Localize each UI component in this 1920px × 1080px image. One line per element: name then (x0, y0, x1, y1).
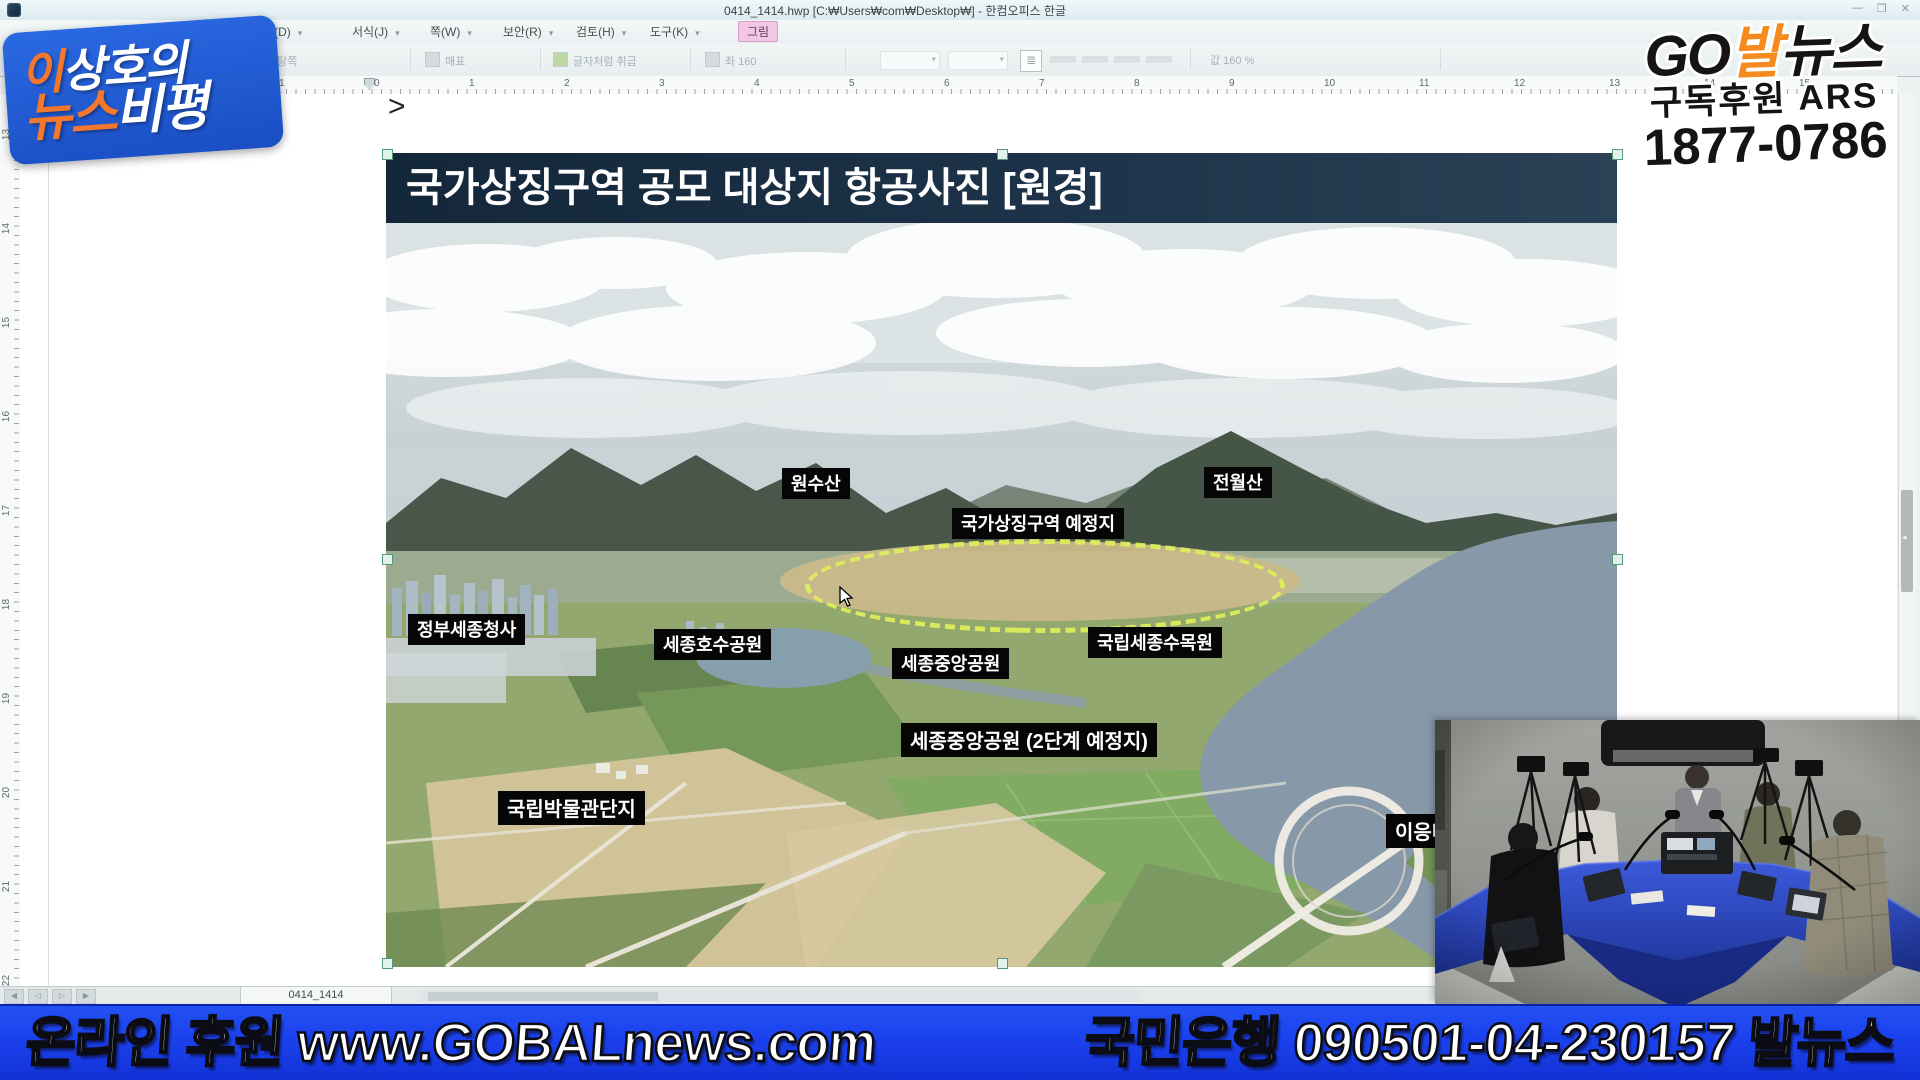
toolbar-combo-1[interactable] (880, 51, 940, 70)
title-bar: 0414_1414.hwp [C:₩Users₩com₩Desktop₩] - … (0, 0, 1920, 21)
menu-item-3[interactable]: 쪽(W)▾ (430, 23, 472, 40)
v-ruler-number: 17 (1, 505, 12, 516)
photo-label: 정부세종청사 (408, 614, 525, 645)
selection-handle-tm[interactable] (997, 149, 1008, 160)
maximize-button[interactable]: ❐ (1877, 2, 1887, 15)
h-ruler-number: 12 (1514, 78, 1525, 89)
toolbar-combo-2[interactable] (948, 51, 1008, 70)
tab-nav-last[interactable]: ▶ (76, 989, 96, 1004)
selection-handle-mr[interactable] (1612, 554, 1623, 565)
v-ruler-number: 15 (1, 317, 12, 328)
toolbar-align-button[interactable]: ≣ (1020, 50, 1042, 72)
h-ruler-number: 8 (1134, 78, 1140, 89)
v-ruler-number: 16 (1, 411, 12, 422)
v-ruler-number: 21 (1, 881, 12, 892)
tab-nav-first[interactable]: ◀ (4, 989, 24, 1004)
banner-left-text: 온라인 후원 www.GOBALnews.com (23, 1005, 878, 1080)
menu-item-7[interactable]: 그림 (738, 21, 778, 42)
toolbar-disabled-4 (1146, 56, 1172, 63)
photo-label: 세종중앙공원 (892, 648, 1009, 679)
photo-label: 전월산 (1204, 467, 1272, 498)
page-margin-line (48, 94, 49, 986)
selected-picture[interactable]: 국가상징구역 공모 대상지 항공사진 [원경] (386, 153, 1617, 967)
banner-right-text: 국민은행 090501-04-230157 발뉴스 (1082, 1005, 1897, 1080)
toolbar-item-table[interactable]: 매표 (425, 52, 465, 69)
h-ruler-number: 2 (564, 78, 570, 89)
menu-item-5[interactable]: 검토(H)▾ (576, 23, 626, 40)
toolbar-value-field[interactable]: 값 160 % (1210, 52, 1254, 68)
position-icon (705, 52, 720, 67)
chevron-down-icon: ▾ (298, 28, 303, 38)
h-ruler-number: 11 (1419, 78, 1429, 89)
mouse-cursor (838, 586, 858, 608)
v-ruler-number: 19 (1, 693, 12, 704)
selection-handle-tl[interactable] (382, 149, 393, 160)
selection-handle-bm[interactable] (997, 958, 1008, 969)
photo-label: 국립세종수목원 (1088, 627, 1222, 658)
chevron-down-icon: ▾ (695, 28, 700, 38)
horizontal-scrollbar[interactable] (420, 991, 1140, 1002)
toolbar-item-as-char[interactable]: 글자처럼 취급 (553, 52, 637, 69)
menu-item-2[interactable]: 서식(J)▾ (352, 23, 400, 40)
aerial-photo: 원수산 전월산국가상징구역 예정지정부세종청사 세종호수공원세종중앙공원 국립세종수목… (386, 223, 1617, 967)
chevron-down-icon: ▾ (467, 28, 472, 38)
h-ruler-number: 7 (1039, 78, 1045, 89)
photo-label: 세종중앙공원 (2단계 예정지) (901, 723, 1157, 757)
channel-logo-phone: 1877-0786 (1615, 113, 1917, 175)
v-ruler-number: 14 (1, 223, 12, 234)
h-ruler-number: 4 (754, 78, 760, 89)
toolbar-item-position[interactable]: 좌 160 (705, 52, 757, 69)
selection-handle-bl[interactable] (382, 958, 393, 969)
highlight-icon (553, 52, 568, 67)
show-logo: 이상호의 뉴스비평 (2, 15, 285, 166)
proposed-zone-ellipse (805, 539, 1285, 633)
table-icon (425, 52, 440, 67)
studio-video-inset (1435, 720, 1920, 1004)
h-ruler-number: 10 (1324, 78, 1335, 89)
close-button[interactable]: ✕ (1901, 2, 1910, 15)
v-ruler-number: 20 (1, 787, 12, 798)
h-ruler-number: 6 (944, 78, 950, 89)
horizontal-scrollbar-thumb[interactable] (428, 992, 658, 1001)
h-ruler-number: 3 (659, 78, 665, 89)
channel-logo: GO발뉴스 구독후원 ARS 1877-0786 (1612, 19, 1917, 175)
tab-nav-next[interactable]: ▷ (52, 989, 72, 1004)
chevron-down-icon: ▾ (622, 28, 627, 38)
toolbar-disabled-2 (1082, 56, 1108, 63)
photo-label: 세종호수공원 (654, 629, 771, 660)
v-ruler-number: 22 (1, 975, 12, 986)
toolbar-disabled-1 (1050, 56, 1076, 63)
scrollbar-thumb[interactable] (1901, 490, 1913, 592)
application-window: 0414_1414.hwp [C:₩Users₩com₩Desktop₩] - … (0, 0, 1920, 1080)
selection-handle-ml[interactable] (382, 554, 393, 565)
h-ruler-number: 1 (469, 78, 475, 89)
tab-nav-prev[interactable]: ◁ (28, 989, 48, 1004)
minimize-button[interactable]: — (1852, 2, 1863, 15)
window-title: 0414_1414.hwp [C:₩Users₩com₩Desktop₩] - … (0, 2, 1790, 19)
donation-banner: 온라인 후원 www.GOBALnews.com 국민은행 090501-04-… (0, 1004, 1920, 1080)
chevron-down-icon: ▾ (549, 28, 554, 38)
photo-label: 국가상징구역 예정지 (952, 508, 1124, 539)
document-text: > (388, 90, 406, 124)
chevron-down-icon: ▾ (395, 28, 400, 38)
h-ruler-number: 5 (849, 78, 855, 89)
figure-title: 국가상징구역 공모 대상지 항공사진 [원경] (386, 153, 1617, 223)
studio-scene (1435, 720, 1920, 1004)
document-tab[interactable]: 0414_1414 (240, 987, 392, 1005)
photo-label: 원수산 (782, 468, 850, 499)
v-ruler-number: 18 (1, 599, 12, 610)
photo-label: 국립박물관단지 (498, 791, 645, 825)
h-ruler-number: 0 (374, 78, 380, 89)
vertical-ruler[interactable]: 13141516171819202122 (0, 94, 21, 986)
h-ruler-number: 9 (1229, 78, 1235, 89)
menu-item-6[interactable]: 도구(K)▾ (650, 23, 700, 40)
toolbar-disabled-3 (1114, 56, 1140, 63)
menu-item-4[interactable]: 보안(R)▾ (503, 23, 553, 40)
